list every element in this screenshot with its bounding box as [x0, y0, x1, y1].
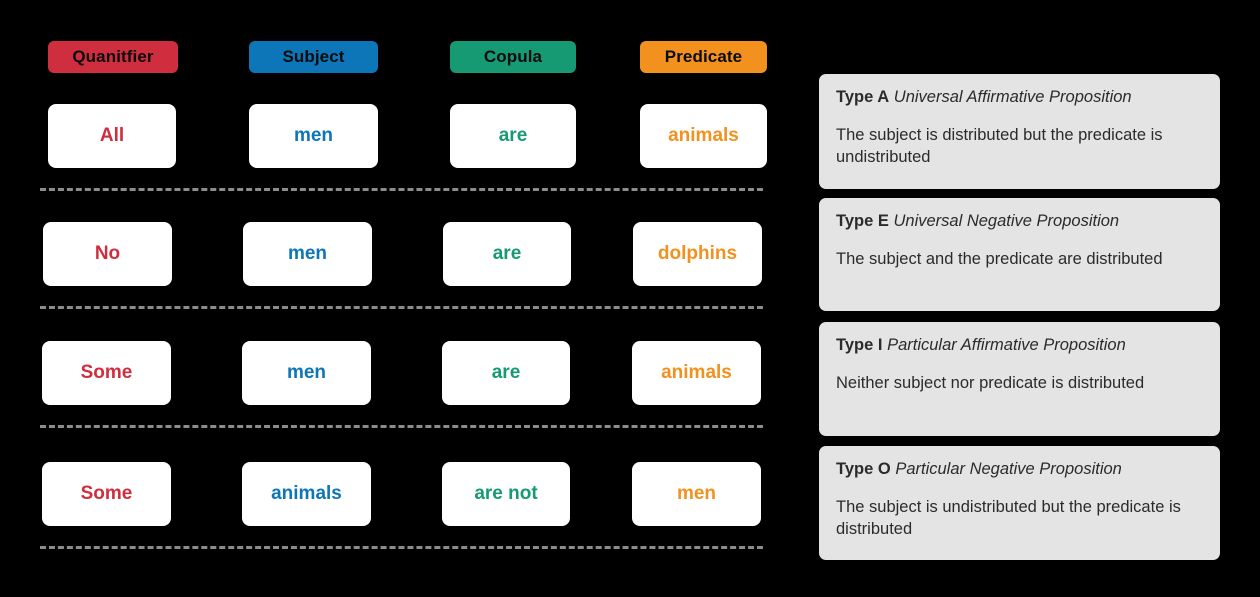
word-card[interactable]: No	[43, 222, 172, 286]
proposition-type-label: Type I	[836, 336, 883, 354]
row-separator	[40, 306, 763, 309]
proposition-row: Some animals are not men	[0, 462, 800, 526]
word-card[interactable]: are	[443, 222, 571, 286]
word-card[interactable]: animals	[242, 462, 371, 526]
proposition-type-description: The subject is undistributed but the pre…	[836, 497, 1181, 538]
word-card[interactable]: men	[242, 341, 371, 405]
word-card[interactable]: are not	[442, 462, 570, 526]
proposition-type-label: Type A	[836, 88, 890, 106]
proposition-type-heading: Type E Universal Negative Proposition	[836, 212, 1203, 232]
proposition-type-heading: Type O Particular Negative Proposition	[836, 460, 1203, 480]
word-card[interactable]: men	[632, 462, 761, 526]
proposition-types-panel: Type A Universal Affirmative Proposition…	[819, 0, 1260, 597]
word-card[interactable]: All	[48, 104, 176, 168]
column-header-row: Quanitfier Subject Copula Predicate	[0, 41, 800, 75]
proposition-row: No men are dolphins	[0, 222, 800, 286]
proposition-type-description: The subject is distributed but the predi…	[836, 125, 1163, 166]
word-card[interactable]: animals	[632, 341, 761, 405]
column-header-badge: Copula	[450, 41, 576, 73]
word-card[interactable]: Some	[42, 462, 171, 526]
word-card[interactable]: are	[442, 341, 570, 405]
word-card[interactable]: animals	[640, 104, 767, 168]
proposition-row: All men are animals	[0, 104, 800, 168]
word-card[interactable]: men	[249, 104, 378, 168]
word-card[interactable]: men	[243, 222, 372, 286]
word-card[interactable]: dolphins	[633, 222, 762, 286]
proposition-type-name: Particular Negative Proposition	[895, 460, 1122, 478]
proposition-type-card: Type I Particular Affirmative Propositio…	[819, 322, 1220, 436]
proposition-type-description: The subject and the predicate are distri…	[836, 249, 1163, 268]
proposition-type-card: Type A Universal Affirmative Proposition…	[819, 74, 1220, 189]
proposition-type-heading: Type A Universal Affirmative Proposition	[836, 88, 1203, 108]
row-separator	[40, 425, 763, 428]
proposition-diagram: Quanitfier Subject Copula Predicate All men a…	[0, 0, 800, 597]
column-header-badge: Predicate	[640, 41, 767, 73]
proposition-type-heading: Type I Particular Affirmative Propositio…	[836, 336, 1203, 356]
row-separator	[40, 188, 763, 191]
proposition-type-card: Type E Universal Negative Proposition The…	[819, 198, 1220, 311]
word-card[interactable]: are	[450, 104, 576, 168]
proposition-row: Some men are animals	[0, 341, 800, 405]
proposition-type-card: Type O Particular Negative Proposition Th…	[819, 446, 1220, 560]
column-header-badge: Quanitfier	[48, 41, 178, 73]
proposition-type-label: Type O	[836, 460, 891, 478]
column-header-badge: Subject	[249, 41, 378, 73]
proposition-type-name: Universal Affirmative Proposition	[893, 88, 1132, 106]
row-separator	[40, 546, 763, 549]
proposition-type-name: Universal Negative Proposition	[893, 212, 1120, 230]
word-card[interactable]: Some	[42, 341, 171, 405]
proposition-type-label: Type E	[836, 212, 889, 230]
proposition-type-description: Neither subject nor predicate is distrib…	[836, 373, 1145, 392]
proposition-type-name: Particular Affirmative Proposition	[887, 336, 1126, 354]
